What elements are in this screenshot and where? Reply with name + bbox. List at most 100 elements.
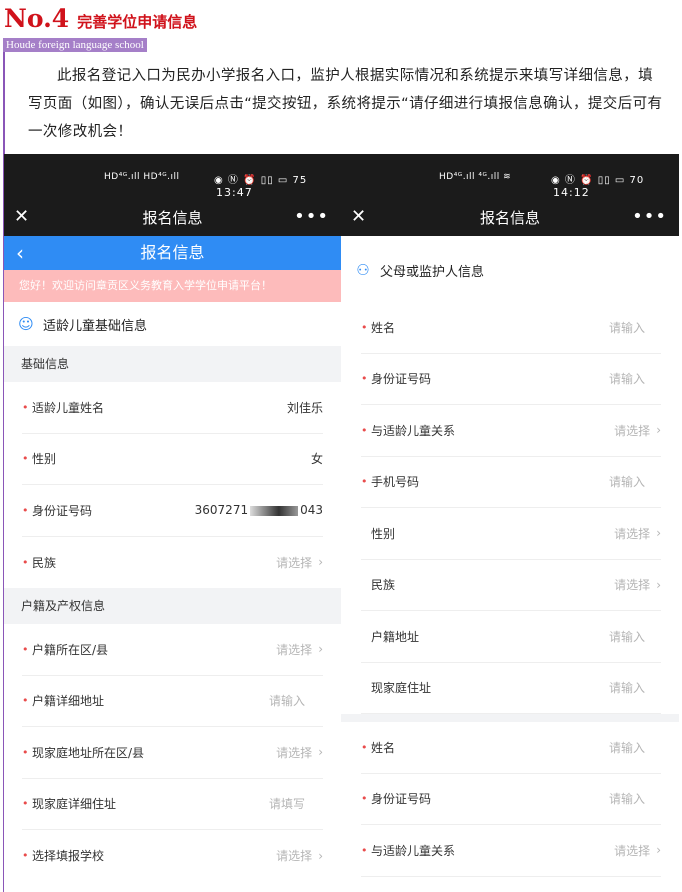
field-label: 户籍地址 <box>371 629 420 644</box>
field-placeholder: 请选择 <box>276 642 313 657</box>
field-value: 3607271 043 <box>195 503 323 517</box>
guardian-field-row[interactable]: • 姓名 请输入 <box>361 302 661 354</box>
field-id-number[interactable]: • 身份证号码 3607271 043 <box>22 485 323 537</box>
field-placeholder: 请选择 <box>614 578 651 593</box>
child-face-icon: ☺ <box>18 315 34 333</box>
required-marker: • <box>22 555 29 569</box>
nav-title: 报名信息 <box>142 209 203 227</box>
chevron-right-icon: › <box>318 642 323 657</box>
status-bar: HD⁴ᴳ.ıll HD⁴ᴳ.ıll ◉ Ⓝ ⏰ ▯▯ ▭ 75 13:47 <box>4 154 341 200</box>
field-label: 姓名 <box>371 320 396 335</box>
field-label: 姓名 <box>371 740 396 755</box>
required-marker: • <box>22 849 29 863</box>
field-value: 刘佳乐 <box>286 400 323 415</box>
required-marker: • <box>361 792 368 806</box>
guardian-field-row[interactable]: • 姓名 请输入 <box>361 722 661 774</box>
section-heading-guardian: ⚇ 父母或监护人信息 <box>341 236 679 302</box>
chevron-right-icon: › <box>656 577 661 592</box>
field-placeholder: 请选择 <box>614 423 651 438</box>
nav-title: 报名信息 <box>479 209 540 227</box>
article-page: No.4 完善学位申请信息 Houde foreign language sch… <box>0 0 682 892</box>
section-heading-label: 父母或监护人信息 <box>380 264 485 280</box>
field-label: 与适龄儿童关系 <box>371 843 456 858</box>
field-label: 身份证号码 <box>371 792 432 807</box>
required-marker: • <box>361 320 368 334</box>
required-marker: • <box>361 843 368 857</box>
field-ethnicity[interactable]: • 民族 请选择 › <box>22 537 323 589</box>
field-label: 性别 <box>32 452 57 467</box>
required-marker: • <box>361 740 368 754</box>
field-label: 户籍详细地址 <box>32 694 105 709</box>
status-time: 14:12 <box>553 186 590 199</box>
status-icons: ◉ Ⓝ ⏰ ▯▯ ▭ <box>551 175 626 186</box>
status-icons: ◉ Ⓝ ⏰ ▯▯ ▭ <box>214 175 289 186</box>
divider-gap <box>341 714 679 722</box>
field-gender[interactable]: • 性别 女 <box>22 434 323 485</box>
field-placeholder: 请输入 <box>608 681 645 696</box>
field-home-address[interactable]: • 现家庭详细住址 请填写 <box>22 779 323 830</box>
guardian-field-row[interactable]: • 身份证号码 请输入 <box>361 774 661 825</box>
field-label: 手机号码 <box>371 475 420 490</box>
id-prefix: 3607271 <box>194 503 249 518</box>
guardian-field-row[interactable]: • 身份证号码 请输入 <box>361 354 661 405</box>
back-icon[interactable]: ‹ <box>16 236 24 270</box>
school-tag: Houde foreign language school <box>3 38 147 52</box>
field-household-district[interactable]: • 户籍所在区/县 请选择 › <box>22 624 323 676</box>
field-placeholder: 请选择 <box>614 526 651 541</box>
guardian-field-row[interactable]: 性别 请选择 › <box>361 508 661 560</box>
intro-paragraph: 此报名登记入口为民办小学报名入口，监护人根据实际情况和系统提示来填写详细信息，填… <box>28 68 663 140</box>
guardian-field-row[interactable]: 民族 请选择 › <box>361 560 661 611</box>
field-select-school[interactable]: • 选择填报学校 请选择 › <box>22 830 323 882</box>
required-marker: • <box>361 372 368 386</box>
field-household-address[interactable]: • 户籍详细地址 请输入 <box>22 676 323 727</box>
guardian-1-fields: • 姓名 请输入 • 身份证号码 请输入 • 与适龄儿童关系 请选择 › • 手机号码 请输入 性别 请选择… <box>341 302 679 714</box>
chevron-right-icon: › <box>318 745 323 760</box>
field-placeholder: 请输入 <box>608 740 645 755</box>
required-marker: • <box>22 642 29 656</box>
field-label: 性别 <box>371 526 396 541</box>
field-placeholder: 请选择 <box>276 849 313 864</box>
field-placeholder: 请输入 <box>608 475 645 490</box>
guardian-field-row[interactable]: •手机号码请输入 <box>361 877 661 892</box>
more-icon[interactable]: ••• <box>294 202 329 232</box>
field-value: 女 <box>310 452 323 467</box>
nav-bar: ✕ 报名信息 ••• <box>4 200 341 236</box>
page-title: 报名信息 <box>140 243 205 262</box>
section-heading-child: ☺ 适龄儿童基础信息 <box>4 302 341 346</box>
nav-bar: ✕ 报名信息 ••• <box>341 200 679 236</box>
id-suffix: 043 <box>300 503 323 518</box>
guardian-field-row[interactable]: 户籍地址 请输入 <box>361 611 661 663</box>
field-label: 民族 <box>371 578 396 593</box>
required-marker: • <box>22 797 29 811</box>
guardian-field-row[interactable]: 现家庭住址 请输入 <box>361 663 661 714</box>
field-placeholder: 请选择 <box>276 555 313 570</box>
signal-icon: HD⁴ᴳ.ıll ⁴ᴳ.ıll ≋ <box>439 172 512 182</box>
users-icon: ⚇ <box>356 261 370 279</box>
field-placeholder: 请选择 <box>614 843 651 858</box>
more-icon[interactable]: ••• <box>632 202 667 232</box>
field-label: 现家庭地址所在区/县 <box>32 745 145 760</box>
required-marker: • <box>22 503 29 517</box>
field-home-district[interactable]: • 现家庭地址所在区/县 请选择 › <box>22 727 323 779</box>
field-label: 民族 <box>32 555 57 570</box>
field-label: 身份证号码 <box>32 503 93 518</box>
required-marker: • <box>361 475 368 489</box>
field-label: 户籍所在区/县 <box>32 642 109 657</box>
chevron-right-icon: › <box>656 423 661 438</box>
guardian-field-row[interactable]: •手机号码 请输入 <box>361 457 661 508</box>
chevron-right-icon: › <box>656 843 661 858</box>
field-label: 选择填报学校 <box>32 849 105 864</box>
guardian-field-row[interactable]: • 与适龄儿童关系 请选择 › <box>361 405 661 457</box>
group-basic-info: 基础信息 <box>4 346 341 382</box>
section-header: No.4 完善学位申请信息 <box>4 4 197 34</box>
field-child-name[interactable]: • 适龄儿童姓名 刘佳乐 <box>22 382 323 434</box>
phone-screenshot-guardian-info: HD⁴ᴳ.ıll ⁴ᴳ.ıll ≋ ◉ Ⓝ ⏰ ▯▯ ▭ 70 14:12 ✕ … <box>341 154 679 892</box>
field-placeholder: 请输入 <box>608 629 645 644</box>
guardian-2-fields: •姓名请输入•身份证号码请输入•与适龄儿童关系请选择›•手机号码请输入 <box>341 722 679 892</box>
guardian-field-row[interactable]: • 与适龄儿童关系 请选择 › <box>361 825 661 877</box>
phone-screenshot-child-info: HD⁴ᴳ.ıll HD⁴ᴳ.ıll ◉ Ⓝ ⏰ ▯▯ ▭ 75 13:47 ✕ … <box>4 154 341 892</box>
field-label: 现家庭详细住址 <box>32 797 117 812</box>
required-marker: • <box>22 745 29 759</box>
section-title: 完善学位申请信息 <box>77 13 198 31</box>
battery-icon: 70 <box>629 175 645 186</box>
